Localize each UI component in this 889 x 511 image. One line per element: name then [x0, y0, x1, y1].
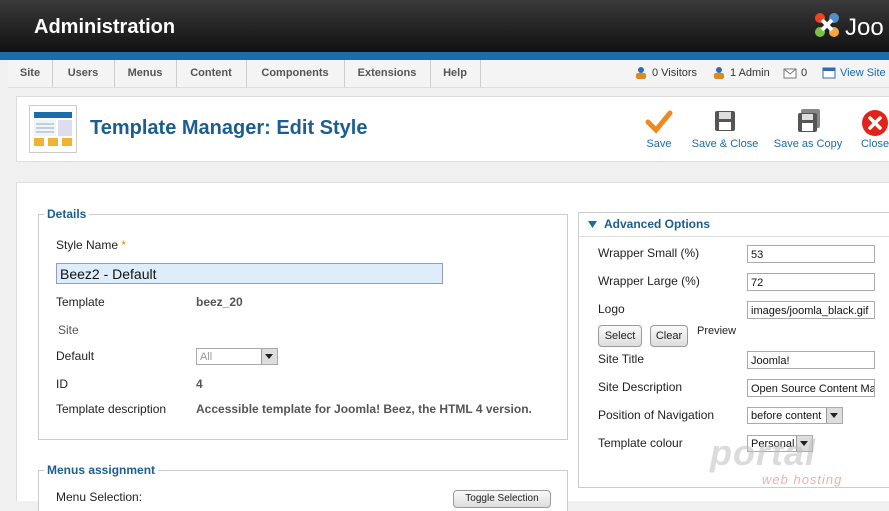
- floppy-disk-icon: [715, 111, 735, 131]
- triangle-down-icon: [588, 221, 597, 228]
- toggle-selection-button[interactable]: Toggle Selection: [453, 490, 551, 508]
- default-select-value: All: [200, 351, 213, 363]
- id-value: 4: [196, 377, 203, 391]
- default-select[interactable]: All: [196, 348, 278, 365]
- save-check-icon: [645, 110, 673, 134]
- save-close-button[interactable]: Save & Close: [689, 97, 761, 161]
- template-value: beez_20: [196, 295, 243, 309]
- save-close-label: Save & Close: [691, 138, 759, 150]
- site-title-label: Site Title: [598, 352, 645, 366]
- admin-header: Administration Joo: [0, 0, 889, 52]
- save-copy-icon: [798, 109, 820, 132]
- template-description-label: Template description: [56, 402, 167, 416]
- header-accent-line: [0, 52, 889, 60]
- watermark-subtitle: web hosting: [762, 472, 843, 487]
- page-toolbar: Template Manager: Edit Style Save Save &…: [16, 96, 889, 162]
- navigation-position-select[interactable]: before content: [747, 407, 843, 424]
- advanced-options-header[interactable]: Advanced Options: [578, 212, 889, 237]
- navigation-position-value: before content: [751, 410, 822, 422]
- template-manager-icon: [29, 105, 77, 153]
- menu-item-users[interactable]: Users: [52, 60, 115, 87]
- menu-item-extensions[interactable]: Extensions: [344, 60, 431, 87]
- messages-icon: [783, 68, 797, 79]
- preview-label: Preview: [697, 325, 737, 337]
- advanced-options-title: Advanced Options: [604, 217, 711, 231]
- menu-item-components[interactable]: Components: [246, 60, 345, 87]
- template-description-value: Accessible template for Joomla! Beez, th…: [196, 402, 532, 416]
- joomla-logo-text: Joo: [845, 14, 884, 41]
- details-legend: Details: [44, 207, 90, 221]
- menu-selection-label: Menu Selection:: [56, 490, 143, 504]
- style-name-label: Style Name *: [56, 238, 127, 252]
- site-description-input[interactable]: Open Source Content Management: [747, 379, 875, 397]
- visitors-icon: [636, 67, 646, 80]
- close-label: Close: [860, 138, 889, 150]
- admin-title: Administration: [34, 16, 176, 38]
- wrapper-small-input[interactable]: 53: [747, 245, 875, 263]
- template-label: Template: [56, 295, 105, 309]
- watermark-brand: portal: [710, 432, 817, 473]
- admin-icon: [714, 67, 724, 80]
- save-button[interactable]: Save: [639, 97, 679, 161]
- site-label: Site: [58, 323, 79, 337]
- admins-status: 1 Admin: [712, 60, 770, 87]
- logo-input[interactable]: images/joomla_black.gif: [747, 301, 875, 319]
- wrapper-large-input[interactable]: 72: [747, 273, 875, 291]
- messages-status[interactable]: 0: [783, 60, 807, 87]
- required-mark: *: [121, 238, 127, 252]
- select-button[interactable]: Select: [598, 325, 642, 347]
- menu-item-help[interactable]: Help: [430, 60, 481, 87]
- template-colour-label: Template colour: [598, 436, 683, 450]
- view-site-label: View Site: [840, 67, 886, 79]
- visitors-status: 0 Visitors: [634, 60, 697, 87]
- chevron-down-icon: [826, 408, 842, 423]
- style-name-input[interactable]: Beez2 - Default: [56, 263, 443, 284]
- portal-watermark: portal web hosting: [710, 432, 860, 492]
- view-site-link[interactable]: View Site: [822, 60, 886, 87]
- messages-count: 0: [801, 67, 808, 79]
- view-site-icon: [822, 67, 836, 79]
- menu-item-menus[interactable]: Menus: [114, 60, 177, 87]
- logo-label: Logo: [598, 302, 625, 316]
- site-description-label: Site Description: [598, 380, 683, 394]
- clear-button[interactable]: Clear: [650, 325, 688, 347]
- page-title: Template Manager: Edit Style: [90, 117, 368, 139]
- admins-count: 1 Admin: [730, 67, 770, 79]
- wrapper-small-label: Wrapper Small (%): [598, 246, 700, 260]
- menu-item-site[interactable]: Site: [8, 60, 53, 87]
- default-label: Default: [56, 349, 95, 363]
- close-button[interactable]: Close: [855, 97, 889, 161]
- save-label: Save: [646, 138, 672, 150]
- menus-assignment-legend: Menus assignment: [44, 463, 159, 477]
- navigation-position-label: Position of Navigation: [598, 408, 715, 422]
- chevron-down-icon: [261, 349, 277, 364]
- save-copy-label: Save as Copy: [773, 138, 843, 150]
- site-title-input[interactable]: Joomla!: [747, 351, 875, 369]
- wrapper-large-label: Wrapper Large (%): [598, 274, 700, 288]
- joomla-logo[interactable]: Joo: [812, 10, 889, 44]
- id-label: ID: [56, 377, 68, 391]
- save-copy-button[interactable]: Save as Copy: [771, 97, 845, 161]
- close-icon: [862, 110, 888, 136]
- visitors-count: 0 Visitors: [652, 67, 698, 79]
- joomla-logo-icon: [815, 13, 839, 37]
- menu-item-content[interactable]: Content: [176, 60, 247, 87]
